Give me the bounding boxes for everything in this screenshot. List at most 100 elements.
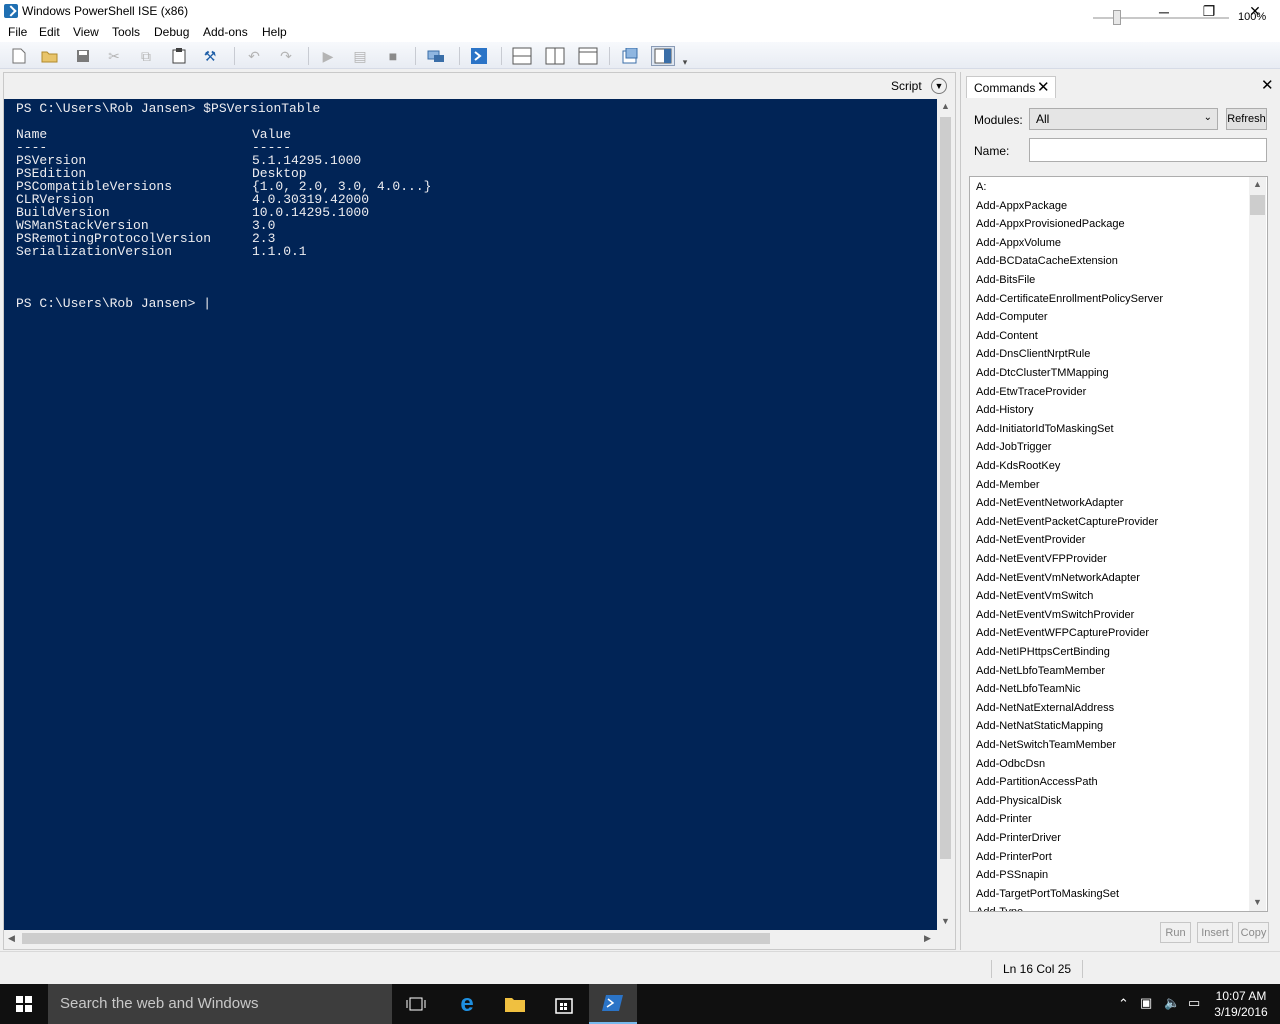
menu-add-ons[interactable]: Add-ons [203, 25, 248, 39]
scroll-left-icon[interactable]: ◀ [8, 933, 15, 944]
scroll-up-icon[interactable]: ▲ [1253, 179, 1262, 189]
command-list-item[interactable]: Add-NetLbfoTeamMember [976, 662, 1105, 680]
menu-edit[interactable]: Edit [39, 25, 60, 39]
command-list-item[interactable]: Add-AppxProvisionedPackage [976, 215, 1125, 233]
menu-file[interactable]: File [8, 25, 27, 39]
command-list-item[interactable]: Add-NetEventVmSwitch [976, 587, 1093, 605]
edge-browser-icon[interactable]: e [443, 984, 491, 1024]
cut-icon[interactable]: ✂ [104, 46, 124, 66]
command-list-item[interactable]: Add-NetEventVmSwitchProvider [976, 606, 1134, 624]
console-pane[interactable]: PS C:\Users\Rob Jansen> $PSVersionTable … [4, 99, 937, 930]
run-selection-icon[interactable]: ▤ [350, 46, 370, 66]
commands-list[interactable]: A: Add-AppxPackage Add-AppxProvisionedPack… [969, 176, 1268, 912]
taskbar-clock[interactable]: 10:07 AM 3/19/2016 [1212, 988, 1270, 1020]
command-list-item[interactable]: Add-EtwTraceProvider [976, 383, 1086, 401]
command-list-item[interactable]: Add-BCDataCacheExtension [976, 252, 1118, 270]
menu-help[interactable]: Help [262, 25, 287, 39]
command-list-item[interactable]: Add-JobTrigger [976, 438, 1051, 456]
command-list-item[interactable]: Add-BitsFile [976, 271, 1035, 289]
command-list-item[interactable]: Add-DtcClusterTMMapping [976, 364, 1109, 382]
scroll-thumb[interactable] [22, 933, 770, 944]
command-list-item[interactable]: Add-NetNatExternalAddress [976, 699, 1114, 717]
scroll-down-icon[interactable]: ▼ [941, 916, 950, 926]
remote-icon[interactable] [426, 46, 446, 66]
run-icon[interactable]: ▶ [318, 46, 338, 66]
close-tab-icon[interactable]: ✕ [1037, 78, 1050, 96]
command-list-item[interactable]: Add-PhysicalDisk [976, 792, 1062, 810]
scroll-down-icon[interactable]: ▼ [1253, 897, 1262, 907]
scroll-right-icon[interactable]: ▶ [924, 933, 931, 944]
command-list-item[interactable]: Add-Printer [976, 810, 1032, 828]
stop-icon[interactable]: ■ [383, 46, 403, 66]
menu-tools[interactable]: Tools [112, 25, 140, 39]
open-folder-icon[interactable] [40, 46, 60, 66]
file-explorer-icon[interactable] [491, 984, 539, 1024]
command-list-item[interactable]: Add-NetEventVFPProvider [976, 550, 1107, 568]
minimize-button[interactable]: ─ [1141, 0, 1187, 23]
new-file-icon[interactable] [9, 46, 29, 66]
snippets-icon[interactable] [620, 46, 640, 66]
console-vertical-scrollbar[interactable]: ▲ ▼ [937, 99, 954, 930]
store-icon[interactable] [540, 984, 588, 1024]
command-list-item[interactable]: Add-AppxVolume [976, 234, 1061, 252]
console-horizontal-scrollbar[interactable]: ◀ ▶ [4, 930, 937, 947]
command-list-item[interactable]: Add-NetEventProvider [976, 531, 1085, 549]
script-pane-label[interactable]: Script [891, 79, 922, 93]
command-list-item[interactable]: Add-InitiatorIdToMaskingSet [976, 420, 1114, 438]
insert-button[interactable]: Insert [1197, 922, 1233, 943]
commands-vertical-scrollbar[interactable]: ▲ ▼ [1249, 177, 1266, 911]
command-list-item[interactable]: Add-NetNatStaticMapping [976, 717, 1103, 735]
command-list-item[interactable]: Add-CertificateEnrollmentPolicyServer [976, 290, 1163, 308]
menu-debug[interactable]: Debug [154, 25, 189, 39]
save-icon[interactable] [73, 46, 93, 66]
restore-button[interactable]: ❐ [1186, 0, 1232, 23]
command-list-item[interactable]: Add-PrinterDriver [976, 829, 1061, 847]
copy-button[interactable]: Copy [1238, 922, 1269, 943]
undo-icon[interactable]: ↶ [244, 46, 264, 66]
command-list-item[interactable]: Add-DnsClientNrptRule [976, 345, 1090, 363]
command-list-item[interactable]: Add-NetLbfoTeamNic [976, 680, 1081, 698]
taskbar-search-box[interactable]: Search the web and Windows [48, 984, 392, 1024]
addon-pane-icon[interactable] [651, 46, 675, 66]
run-button[interactable]: Run [1160, 922, 1191, 943]
chevron-up-icon[interactable]: ⌃ [1118, 996, 1129, 1012]
menu-view[interactable]: View [73, 25, 99, 39]
network-icon[interactable]: ▣ [1140, 995, 1152, 1011]
command-list-item[interactable]: Add-PSSnapin [976, 866, 1048, 884]
action-center-icon[interactable]: ▭ [1188, 995, 1200, 1011]
overflow-icon[interactable]: ▾ [680, 52, 690, 72]
refresh-button[interactable]: Refresh [1226, 108, 1267, 130]
powershell-ise-taskbar-icon[interactable] [589, 984, 637, 1024]
commands-tab[interactable]: Commands ✕ [966, 76, 1056, 98]
redo-icon[interactable]: ↷ [276, 46, 296, 66]
start-button[interactable] [0, 984, 48, 1024]
command-list-item[interactable]: Add-NetEventNetworkAdapter [976, 494, 1123, 512]
command-list-item[interactable]: Add-NetEventPacketCaptureProvider [976, 513, 1158, 531]
command-list-item[interactable]: A: [976, 178, 986, 196]
powershell-icon[interactable] [469, 46, 489, 66]
copy-icon[interactable]: ⧉ [136, 46, 156, 66]
command-list-item[interactable]: Add-NetEventVmNetworkAdapter [976, 569, 1140, 587]
scroll-thumb[interactable] [940, 117, 951, 859]
command-list-item[interactable]: Add-Content [976, 327, 1038, 345]
command-list-item[interactable]: Add-PartitionAccessPath [976, 773, 1098, 791]
clear-icon[interactable]: ⚒ [200, 46, 220, 66]
modules-dropdown[interactable]: All ⌄ [1029, 108, 1218, 130]
command-list-item[interactable]: Add-NetSwitchTeamMember [976, 736, 1116, 754]
scroll-thumb[interactable] [1250, 195, 1265, 215]
command-list-item[interactable]: Add-History [976, 401, 1033, 419]
command-list-item[interactable]: Add-NetEventWFPCaptureProvider [976, 624, 1149, 642]
layout-top-icon[interactable] [512, 46, 532, 66]
layout-max-icon[interactable] [578, 46, 598, 66]
layout-right-icon[interactable] [545, 46, 565, 66]
paste-icon[interactable] [169, 46, 189, 66]
console-prompt[interactable]: PS C:\Users\Rob Jansen> | [16, 297, 211, 310]
name-filter-input[interactable] [1029, 138, 1267, 162]
command-list-item[interactable]: Add-KdsRootKey [976, 457, 1060, 475]
command-list-item[interactable]: Add-AppxPackage [976, 197, 1067, 215]
zoom-slider-thumb[interactable] [1113, 10, 1122, 25]
close-pane-icon[interactable]: ✕ [1261, 76, 1274, 94]
command-list-item[interactable]: Add-TargetPortToMaskingSet [976, 885, 1119, 903]
task-view-icon[interactable] [392, 984, 440, 1024]
command-list-item[interactable]: Add-PrinterPort [976, 848, 1052, 866]
